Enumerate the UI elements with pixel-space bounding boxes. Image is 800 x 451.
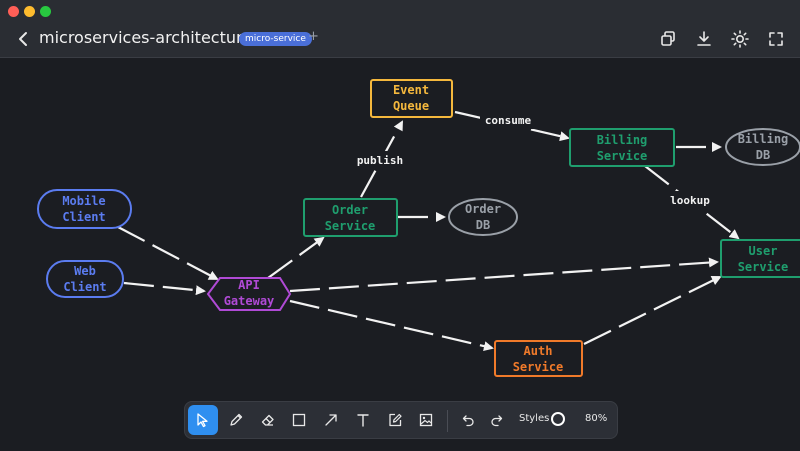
- edit-note-tool-button[interactable]: [380, 405, 410, 435]
- svg-text:Service: Service: [597, 149, 648, 163]
- svg-text:publish: publish: [357, 154, 403, 167]
- svg-text:Web: Web: [74, 264, 96, 278]
- minimize-window-button[interactable]: [24, 6, 35, 17]
- chevron-left-icon: [19, 32, 27, 46]
- node-billing-db[interactable]: Billing DB: [725, 128, 800, 166]
- edge-gateway-to-user[interactable]: [289, 257, 719, 293]
- svg-text:Service: Service: [325, 219, 376, 233]
- svg-text:Billing: Billing: [597, 133, 648, 147]
- text-icon: [357, 414, 369, 427]
- undo-button[interactable]: [453, 405, 483, 435]
- pencil-icon: [230, 413, 243, 426]
- duplicate-icon: [661, 31, 675, 46]
- edge-web-to-gateway[interactable]: [123, 281, 206, 296]
- svg-text:Mobile: Mobile: [62, 194, 105, 208]
- edge-label-lookup: lookup: [666, 191, 714, 209]
- toolbar-separator: [447, 410, 448, 432]
- edge-mobile-to-gateway[interactable]: [117, 226, 219, 280]
- theme-toggle-button[interactable]: [730, 29, 750, 49]
- window-titlebar: [0, 0, 800, 22]
- node-mobile-client[interactable]: Mobile Client: [37, 189, 132, 229]
- svg-text:DB: DB: [476, 218, 490, 232]
- duplicate-button[interactable]: [658, 29, 678, 49]
- node-web-client[interactable]: Web Client: [46, 260, 124, 298]
- text-tool-button[interactable]: [348, 405, 378, 435]
- cursor-icon: [197, 413, 208, 428]
- svg-text:Auth: Auth: [524, 344, 553, 358]
- node-auth-service[interactable]: Auth Service: [494, 340, 583, 377]
- node-billing-service[interactable]: Billing Service: [569, 128, 675, 167]
- node-user-service[interactable]: User Service: [720, 239, 800, 278]
- svg-text:API: API: [238, 278, 260, 292]
- edit-note-icon: [389, 413, 402, 427]
- diagram-canvas[interactable]: publish consume lookup Mobile Client Web…: [0, 58, 800, 451]
- svg-text:lookup: lookup: [670, 194, 710, 207]
- tag-badge[interactable]: micro-service: [239, 32, 312, 46]
- svg-text:Order: Order: [332, 203, 368, 217]
- undo-icon: [462, 415, 474, 427]
- svg-text:Event: Event: [393, 83, 429, 97]
- svg-text:Client: Client: [62, 210, 105, 224]
- svg-text:Billing: Billing: [738, 132, 789, 146]
- svg-text:Gateway: Gateway: [224, 294, 275, 308]
- arrow-tool-button[interactable]: [316, 405, 346, 435]
- download-button[interactable]: [694, 29, 714, 49]
- edge-gateway-to-auth[interactable]: [289, 299, 494, 352]
- diagram-svg: publish consume lookup Mobile Client Web…: [37, 79, 800, 377]
- edge-gateway-to-order[interactable]: [267, 236, 325, 279]
- eraser-tool-button[interactable]: [253, 405, 283, 435]
- edge-auth-to-user[interactable]: [583, 276, 722, 345]
- svg-text:DB: DB: [756, 148, 770, 162]
- eraser-icon: [261, 414, 274, 426]
- close-window-button[interactable]: [8, 6, 19, 17]
- image-tool-button[interactable]: [411, 405, 441, 435]
- rectangle-tool-button[interactable]: [284, 405, 314, 435]
- fullscreen-icon: [769, 32, 783, 46]
- image-icon: [419, 413, 433, 427]
- svg-text:Service: Service: [513, 360, 564, 374]
- node-order-db[interactable]: Order DB: [448, 198, 518, 236]
- back-button[interactable]: [14, 28, 34, 50]
- redo-icon: [491, 415, 503, 427]
- zoom-window-button[interactable]: [40, 6, 51, 17]
- stroke-style-swatch[interactable]: [551, 412, 565, 426]
- styles-button[interactable]: Styles: [519, 413, 549, 424]
- app-header: microservices-architecture micro-service…: [0, 22, 800, 58]
- drawing-toolbar: Styles 80%: [184, 401, 618, 439]
- redo-button[interactable]: [482, 405, 512, 435]
- svg-text:User: User: [749, 244, 778, 258]
- page-title: microservices-architecture: [39, 28, 253, 47]
- svg-text:Queue: Queue: [393, 99, 429, 113]
- theme-sun-icon: [731, 30, 749, 48]
- svg-text:Service: Service: [738, 260, 789, 274]
- node-api-gateway[interactable]: API Gateway: [206, 277, 292, 311]
- fullscreen-button[interactable]: [766, 29, 786, 49]
- node-event-queue[interactable]: Event Queue: [370, 79, 453, 118]
- svg-text:consume: consume: [485, 114, 532, 127]
- rectangle-icon: [292, 413, 306, 427]
- node-order-service[interactable]: Order Service: [303, 198, 398, 237]
- pencil-tool-button[interactable]: [221, 405, 251, 435]
- edge-label-publish: publish: [356, 151, 404, 169]
- add-tag-button[interactable]: +: [308, 29, 319, 44]
- arrow-icon: [325, 414, 337, 426]
- select-tool-button[interactable]: [188, 405, 218, 435]
- download-icon: [697, 31, 711, 46]
- svg-text:Client: Client: [63, 280, 106, 294]
- edge-label-consume: consume: [480, 111, 536, 129]
- svg-text:Order: Order: [465, 202, 501, 216]
- zoom-level[interactable]: 80%: [585, 413, 607, 424]
